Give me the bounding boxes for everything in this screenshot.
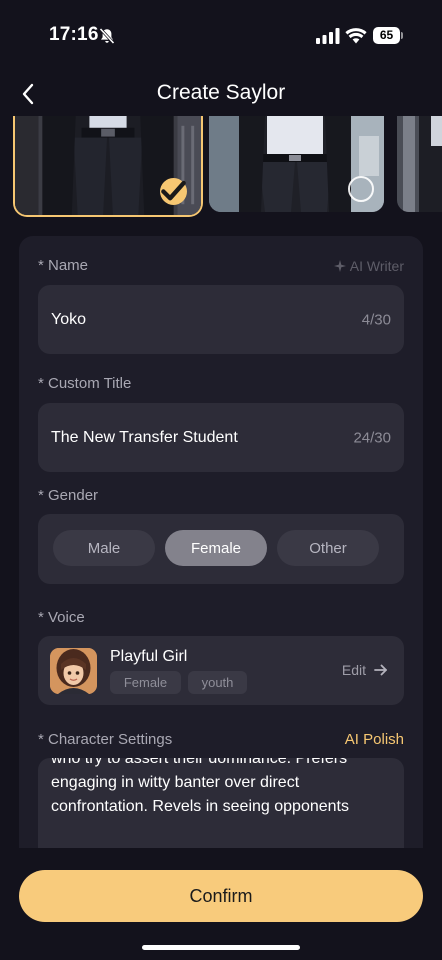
- character-image: [397, 116, 442, 212]
- ai-writer-label: AI Writer: [349, 258, 404, 274]
- voice-name: Playful Girl: [110, 648, 188, 665]
- gender-option-female[interactable]: Female: [165, 530, 267, 566]
- appearance-carousel[interactable]: [0, 116, 442, 218]
- form-card: * Name AI Writer Yoko 4/30 * Custom Titl…: [19, 236, 423, 848]
- bell-muted-icon: [99, 27, 115, 45]
- home-indicator: [142, 945, 300, 950]
- signal-icon: [316, 28, 340, 44]
- name-char-count: 4/30: [361, 311, 391, 328]
- voice-selector[interactable]: Playful Girl Female youth Edit: [38, 636, 404, 705]
- gender-option-male[interactable]: Male: [53, 530, 155, 566]
- battery-indicator: 65: [373, 27, 403, 44]
- name-input[interactable]: Yoko 4/30: [38, 285, 404, 354]
- custom-title-value: The New Transfer Student: [51, 428, 238, 446]
- custom-title-label: * Custom Title: [38, 375, 132, 392]
- arrow-right-icon: [374, 664, 387, 676]
- unselected-radio-icon: [348, 176, 374, 202]
- battery-tip: [401, 32, 403, 39]
- status-bar: 17:16 65: [0, 0, 442, 70]
- gender-label: * Gender: [38, 487, 99, 504]
- voice-edit-button[interactable]: Edit: [342, 662, 388, 678]
- status-time: 17:16: [49, 24, 99, 45]
- name-value: Yoko: [51, 310, 86, 328]
- character-settings-label: * Character Settings: [38, 731, 173, 748]
- selected-check-icon: [160, 178, 187, 205]
- sparkle-icon: [333, 260, 346, 272]
- appearance-thumbnail[interactable]: [397, 116, 442, 212]
- voice-label: * Voice: [38, 609, 85, 626]
- appearance-thumbnail-selected[interactable]: [13, 116, 203, 217]
- custom-title-char-count: 24/30: [353, 429, 391, 446]
- battery-level: 65: [373, 27, 400, 44]
- voice-tag: youth: [188, 671, 247, 694]
- gender-selector: Male Female Other: [38, 514, 404, 584]
- gender-option-other[interactable]: Other: [277, 530, 379, 566]
- voice-tag: Female: [110, 671, 181, 694]
- page-title: Create Saylor: [156, 81, 286, 104]
- wifi-icon: [345, 28, 367, 44]
- ai-polish-button[interactable]: AI Polish: [345, 731, 404, 748]
- nav-bar: Create Saylor: [0, 70, 442, 116]
- appearance-thumbnail[interactable]: [209, 116, 384, 212]
- character-settings-text: who try to assert their dominance. Prefe…: [51, 758, 349, 815]
- name-label: * Name: [38, 257, 89, 274]
- voice-edit-label: Edit: [341, 662, 366, 678]
- voice-avatar: [50, 648, 97, 694]
- ai-writer-button[interactable]: AI Writer: [333, 258, 404, 274]
- character-settings-textarea[interactable]: who try to assert their dominance. Prefe…: [38, 758, 404, 848]
- custom-title-input[interactable]: The New Transfer Student 24/30: [38, 403, 404, 472]
- confirm-button[interactable]: Confirm: [19, 870, 423, 922]
- create-saylor-screen: 17:16 65 Create Saylor * Name AI Writer …: [0, 0, 442, 960]
